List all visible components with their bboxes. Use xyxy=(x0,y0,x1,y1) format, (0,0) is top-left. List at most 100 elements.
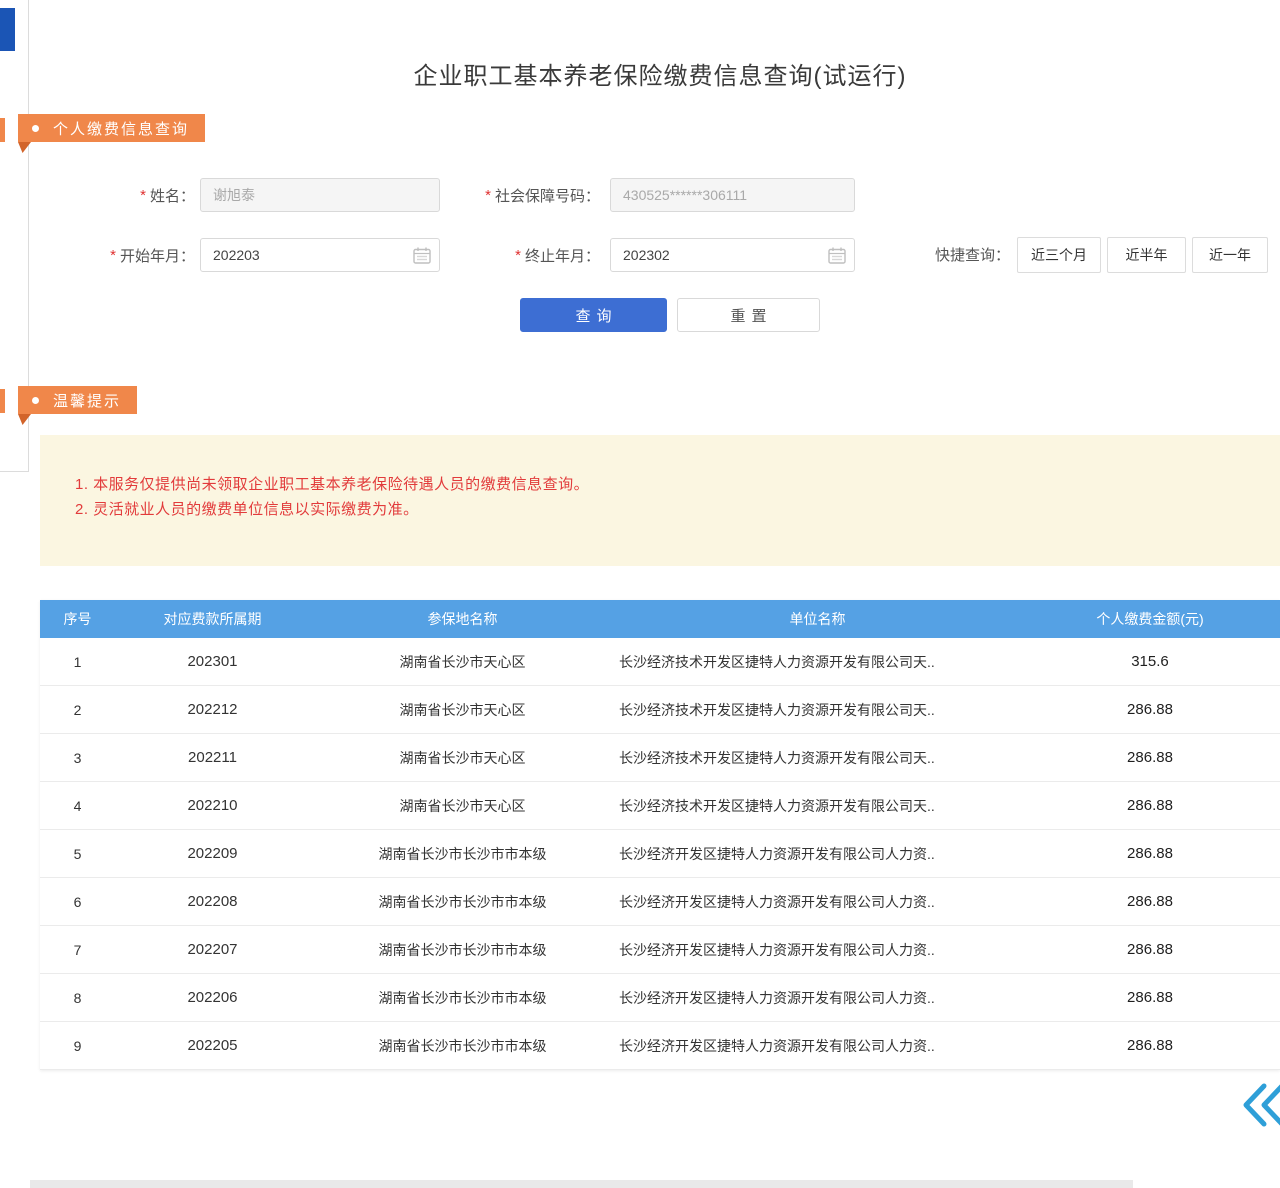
calendar-icon[interactable] xyxy=(828,247,846,269)
table-cell: 286.88 xyxy=(1020,845,1280,862)
table-cell: 202301 xyxy=(115,653,310,670)
required-asterisk: * xyxy=(485,187,491,204)
quick-option-last-6-months[interactable]: 近半年 xyxy=(1107,237,1186,273)
table-cell: 286.88 xyxy=(1020,701,1280,718)
column-header: 单位名称 xyxy=(615,609,1020,629)
table-cell: 5 xyxy=(40,846,115,862)
table-cell: 3 xyxy=(40,750,115,766)
column-header: 个人缴费金额(元) xyxy=(1020,609,1280,629)
table-cell: 202206 xyxy=(115,989,310,1006)
table-cell: 202212 xyxy=(115,701,310,718)
table-row: 1202301湖南省长沙市天心区长沙经济技术开发区捷特人力资源开发有限公司天..… xyxy=(40,638,1280,686)
table-cell: 湖南省长沙市长沙市市本级 xyxy=(310,988,615,1008)
table-row: 4202210湖南省长沙市天心区长沙经济技术开发区捷特人力资源开发有限公司天..… xyxy=(40,782,1280,830)
end-date-input[interactable] xyxy=(610,238,855,272)
required-asterisk: * xyxy=(140,187,146,204)
table-cell: 9 xyxy=(40,1038,115,1054)
double-left-chevron-icon[interactable] xyxy=(1240,1082,1280,1133)
table-cell: 202209 xyxy=(115,845,310,862)
table-cell: 6 xyxy=(40,894,115,910)
table-cell: 湖南省长沙市天心区 xyxy=(310,796,615,816)
section-badge-label: 个人缴费信息查询 xyxy=(53,118,189,139)
query-button[interactable]: 查询 xyxy=(520,298,667,332)
table-cell: 202207 xyxy=(115,941,310,958)
quick-option-last-year[interactable]: 近一年 xyxy=(1192,237,1268,273)
section-badge-label: 温馨提示 xyxy=(53,390,121,411)
table-cell: 长沙经济开发区捷特人力资源开发有限公司人力资.. xyxy=(615,988,1020,1008)
table-row: 3202211湖南省长沙市天心区长沙经济技术开发区捷特人力资源开发有限公司天..… xyxy=(40,734,1280,782)
table-cell: 长沙经济开发区捷特人力资源开发有限公司人力资.. xyxy=(615,940,1020,960)
table-cell: 湖南省长沙市长沙市市本级 xyxy=(310,1036,615,1056)
table-cell: 286.88 xyxy=(1020,989,1280,1006)
notice-line: 2. 灵活就业人员的缴费单位信息以实际缴费为准。 xyxy=(75,498,419,519)
table-cell: 长沙经济技术开发区捷特人力资源开发有限公司天.. xyxy=(615,700,1020,720)
name-label: 姓名： xyxy=(150,185,195,206)
ribbon-fold xyxy=(18,414,31,425)
table-body: 1202301湖南省长沙市天心区长沙经济技术开发区捷特人力资源开发有限公司天..… xyxy=(40,638,1280,1070)
table-header: 序号 对应费款所属期 参保地名称 单位名称 个人缴费金额(元) xyxy=(40,600,1280,638)
column-header: 对应费款所属期 xyxy=(115,609,310,629)
table-cell: 286.88 xyxy=(1020,941,1280,958)
table-cell: 286.88 xyxy=(1020,893,1280,910)
table-cell: 湖南省长沙市长沙市市本级 xyxy=(310,940,615,960)
table-row: 5202209湖南省长沙市长沙市市本级长沙经济开发区捷特人力资源开发有限公司人力… xyxy=(40,830,1280,878)
table-cell: 长沙经济技术开发区捷特人力资源开发有限公司天.. xyxy=(615,796,1020,816)
bullet-dot-icon xyxy=(32,125,39,132)
table-cell: 286.88 xyxy=(1020,797,1280,814)
table-cell: 湖南省长沙市长沙市市本级 xyxy=(310,844,615,864)
table-cell: 2 xyxy=(40,702,115,718)
table-cell: 7 xyxy=(40,942,115,958)
ribbon-fold xyxy=(18,142,31,153)
section-badge-personal-query: 个人缴费信息查询 xyxy=(18,114,205,142)
table-cell: 1 xyxy=(40,654,115,670)
required-asterisk: * xyxy=(515,247,521,264)
start-date-input[interactable] xyxy=(200,238,440,272)
end-date-label: 终止年月： xyxy=(525,245,600,266)
page-title: 企业职工基本养老保险缴费信息查询(试运行) xyxy=(40,56,1280,91)
required-asterisk: * xyxy=(110,247,116,264)
left-blue-tab xyxy=(0,8,15,51)
bottom-gray-bar xyxy=(30,1180,1133,1188)
table-row: 9202205湖南省长沙市长沙市市本级长沙经济开发区捷特人力资源开发有限公司人力… xyxy=(40,1022,1280,1070)
calendar-icon[interactable] xyxy=(413,247,431,269)
start-date-label: 开始年月： xyxy=(120,245,195,266)
table-cell: 286.88 xyxy=(1020,1037,1280,1054)
table-cell: 8 xyxy=(40,990,115,1006)
section-badge-tips: 温馨提示 xyxy=(18,386,137,414)
notice-box: 1. 本服务仅提供尚未领取企业职工基本养老保险待遇人员的缴费信息查询。 2. 灵… xyxy=(40,435,1280,566)
quick-query-label: 快捷查询： xyxy=(935,244,1010,265)
table-cell: 湖南省长沙市长沙市市本级 xyxy=(310,892,615,912)
table-cell: 长沙经济技术开发区捷特人力资源开发有限公司天.. xyxy=(615,652,1020,672)
table-cell: 286.88 xyxy=(1020,749,1280,766)
table-row: 2202212湖南省长沙市天心区长沙经济技术开发区捷特人力资源开发有限公司天..… xyxy=(40,686,1280,734)
table-cell: 4 xyxy=(40,798,115,814)
table-row: 6202208湖南省长沙市长沙市市本级长沙经济开发区捷特人力资源开发有限公司人力… xyxy=(40,878,1280,926)
ribbon-edge-decoration xyxy=(0,118,5,142)
ssn-label: 社会保障号码： xyxy=(495,185,600,206)
table-cell: 长沙经济开发区捷特人力资源开发有限公司人力资.. xyxy=(615,844,1020,864)
quick-option-last-3-months[interactable]: 近三个月 xyxy=(1017,237,1101,273)
notice-line: 1. 本服务仅提供尚未领取企业职工基本养老保险待遇人员的缴费信息查询。 xyxy=(75,473,589,494)
ribbon-edge-decoration xyxy=(0,389,5,413)
bullet-dot-icon xyxy=(32,397,39,404)
table-cell: 315.6 xyxy=(1020,653,1280,670)
table-cell: 202205 xyxy=(115,1037,310,1054)
table-row: 8202206湖南省长沙市长沙市市本级长沙经济开发区捷特人力资源开发有限公司人力… xyxy=(40,974,1280,1022)
reset-button[interactable]: 重置 xyxy=(677,298,820,332)
table-cell: 202210 xyxy=(115,797,310,814)
page: 企业职工基本养老保险缴费信息查询(试运行) 个人缴费信息查询 * 姓名： * 社… xyxy=(0,0,1280,1188)
table-cell: 湖南省长沙市天心区 xyxy=(310,700,615,720)
table-row: 7202207湖南省长沙市长沙市市本级长沙经济开发区捷特人力资源开发有限公司人力… xyxy=(40,926,1280,974)
column-header: 参保地名称 xyxy=(310,609,615,629)
payments-table: 序号 对应费款所属期 参保地名称 单位名称 个人缴费金额(元) 1202301湖… xyxy=(40,600,1280,1070)
table-cell: 长沙经济开发区捷特人力资源开发有限公司人力资.. xyxy=(615,1036,1020,1056)
table-cell: 湖南省长沙市天心区 xyxy=(310,748,615,768)
ssn-input[interactable] xyxy=(610,178,855,212)
column-header: 序号 xyxy=(40,609,115,629)
name-input[interactable] xyxy=(200,178,440,212)
table-cell: 202208 xyxy=(115,893,310,910)
table-cell: 长沙经济开发区捷特人力资源开发有限公司人力资.. xyxy=(615,892,1020,912)
table-cell: 湖南省长沙市天心区 xyxy=(310,652,615,672)
table-cell: 202211 xyxy=(115,749,310,766)
table-cell: 长沙经济技术开发区捷特人力资源开发有限公司天.. xyxy=(615,748,1020,768)
